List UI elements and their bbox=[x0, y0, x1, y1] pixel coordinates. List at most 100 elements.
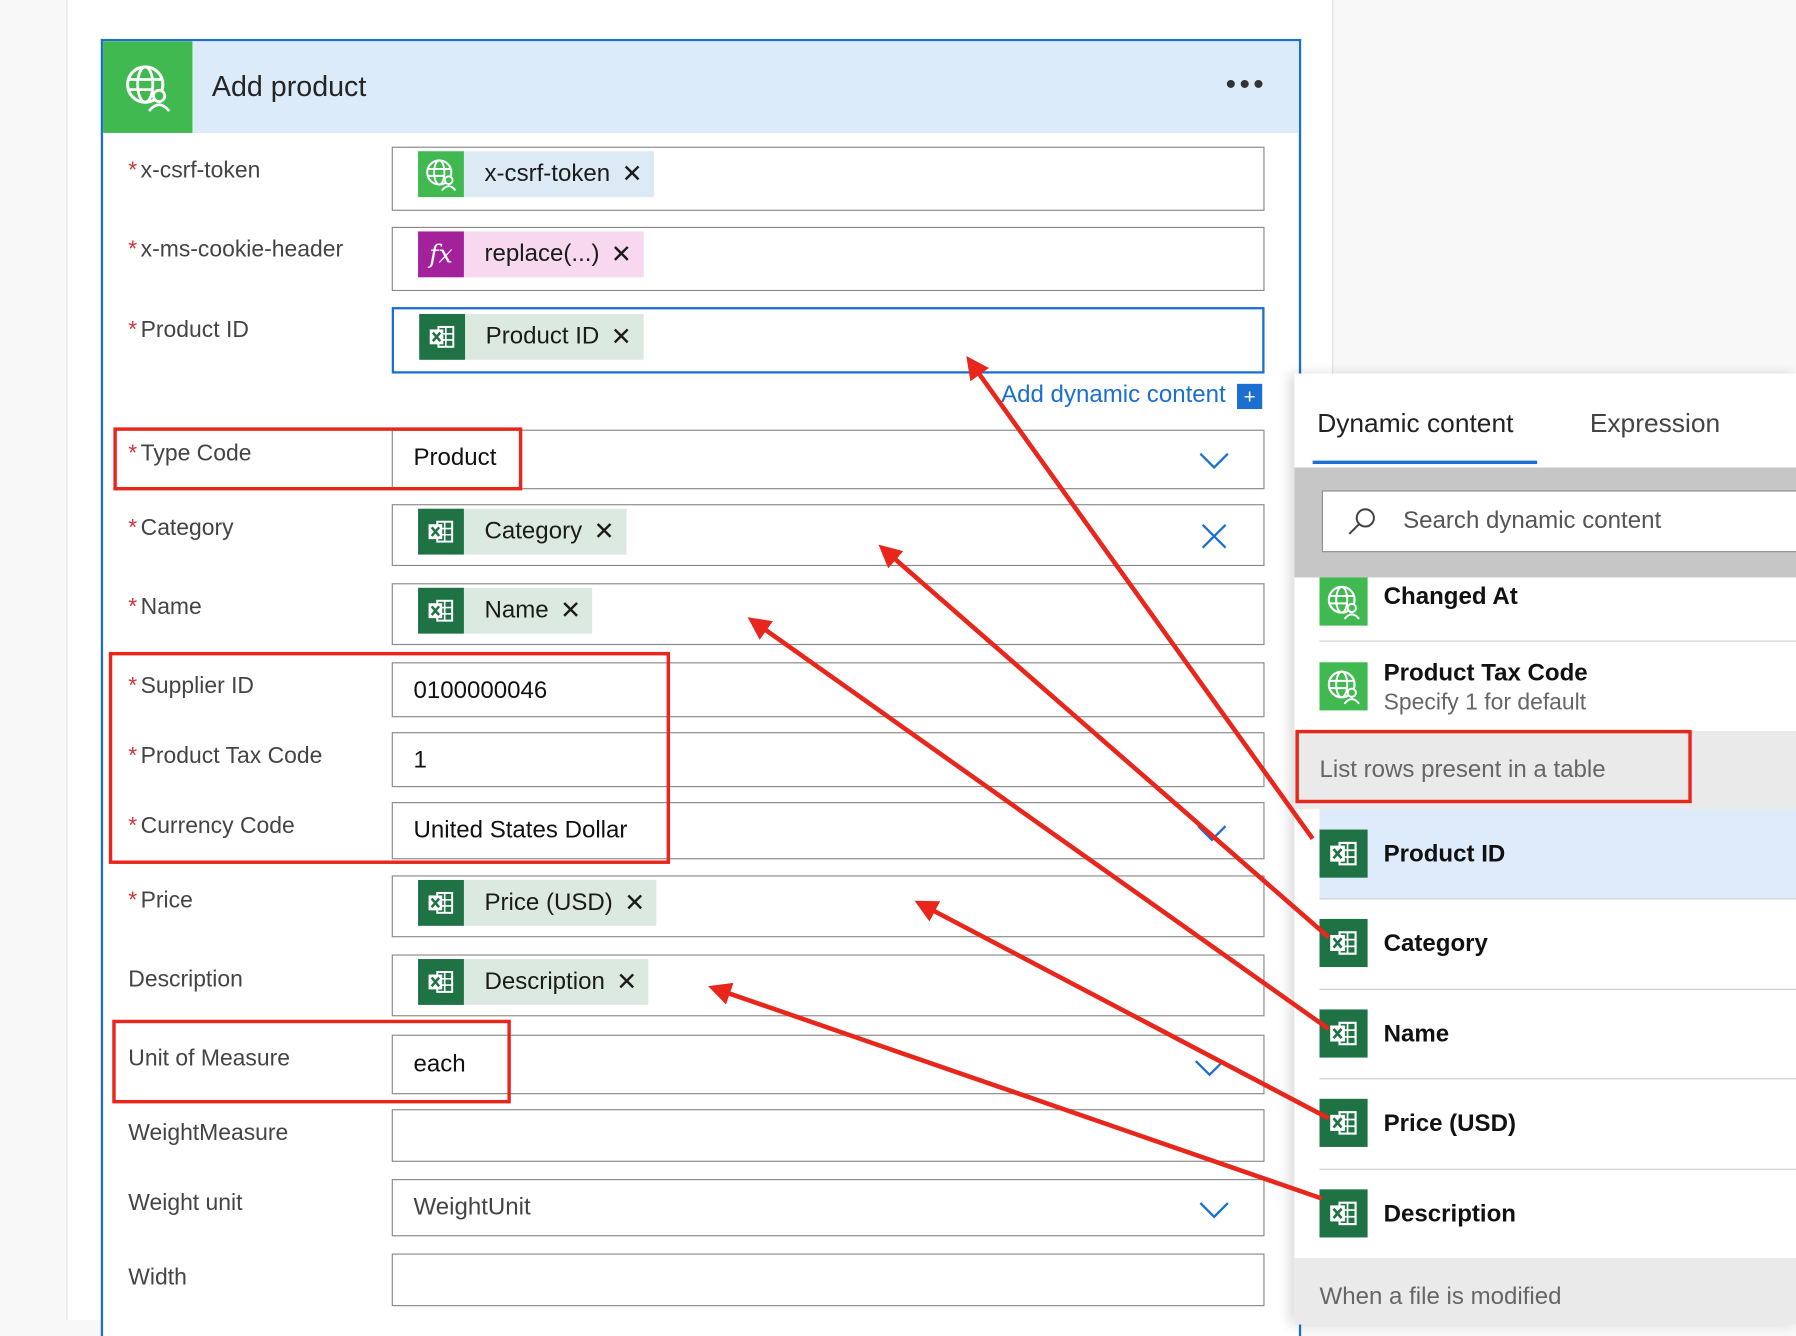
remove-token-icon[interactable]: ✕ bbox=[594, 517, 615, 547]
label-currency-code: * Currency Code bbox=[128, 813, 295, 839]
excel-icon bbox=[418, 959, 464, 1005]
product-id-field[interactable]: Product ID ✕ bbox=[391, 307, 1265, 374]
x-ms-cookie-header-field[interactable]: fx replace(...) ✕ bbox=[391, 226, 1265, 292]
label-product-id: * Product ID bbox=[128, 317, 249, 343]
category-field[interactable]: Category ✕ bbox=[391, 504, 1265, 567]
tab-dynamic-content[interactable]: Dynamic content bbox=[1317, 408, 1513, 439]
add-dynamic-content-link[interactable]: Add dynamic content bbox=[1001, 382, 1226, 409]
excel-icon bbox=[1319, 1189, 1368, 1238]
description-field[interactable]: Description ✕ bbox=[391, 954, 1265, 1017]
excel-icon bbox=[419, 313, 466, 360]
label-weight-unit: Weight unit bbox=[128, 1190, 243, 1216]
weight-measure-field[interactable] bbox=[391, 1109, 1265, 1162]
ellipsis-icon[interactable]: ••• bbox=[1226, 66, 1268, 102]
tab-expression[interactable]: Expression bbox=[1590, 408, 1720, 439]
token-description[interactable]: Description ✕ bbox=[418, 959, 649, 1005]
remove-token-icon[interactable]: ✕ bbox=[624, 888, 645, 918]
dynamic-item-title: Product ID bbox=[1383, 841, 1506, 868]
token-label: Price (USD) bbox=[484, 889, 613, 916]
type-code-dropdown[interactable]: Product bbox=[391, 429, 1265, 490]
dynamic-item-title: Description bbox=[1383, 1200, 1516, 1228]
label-category: * Category bbox=[128, 515, 234, 541]
function-icon: fx bbox=[418, 231, 464, 278]
weight-unit-placeholder: WeightUnit bbox=[413, 1193, 531, 1221]
type-code-value: Product bbox=[413, 444, 497, 471]
web-service-icon bbox=[1319, 662, 1368, 711]
remove-token-icon[interactable]: ✕ bbox=[560, 596, 581, 626]
label-price: * Price bbox=[128, 887, 193, 914]
excel-icon bbox=[1319, 829, 1368, 878]
canvas: Add product ••• * x-csrf-token x-csrf-tok… bbox=[0, 0, 1796, 1336]
token-label: replace(...) bbox=[484, 240, 600, 267]
search-dynamic-content-input[interactable]: Search dynamic content bbox=[1321, 490, 1796, 553]
label-name: * Name bbox=[128, 594, 202, 620]
dynamic-item-title: Product Tax Code bbox=[1383, 659, 1588, 687]
token-label: Description bbox=[484, 968, 605, 995]
excel-icon bbox=[418, 587, 464, 634]
token-category[interactable]: Category ✕ bbox=[418, 508, 627, 555]
web-service-icon bbox=[418, 151, 464, 198]
remove-token-icon[interactable]: ✕ bbox=[611, 322, 632, 352]
active-tab-indicator bbox=[1312, 460, 1538, 465]
product-tax-code-field[interactable]: 1 bbox=[391, 732, 1265, 788]
token-label: x-csrf-token bbox=[484, 160, 611, 187]
group-header-file-modified[interactable]: When a file is modified bbox=[1294, 1258, 1796, 1325]
label-weight-measure: WeightMeasure bbox=[128, 1120, 289, 1146]
web-service-icon bbox=[103, 41, 193, 133]
search-icon bbox=[1348, 508, 1375, 535]
dynamic-item-product-id[interactable]: Product ID bbox=[1319, 808, 1796, 900]
label-x-ms-cookie-header: * x-ms-cookie-header bbox=[128, 237, 344, 263]
excel-icon bbox=[1319, 918, 1368, 968]
dynamic-item-title: Changed At bbox=[1383, 583, 1518, 610]
label-type-code: * Type Code bbox=[128, 441, 252, 467]
label-product-tax-code: * Product Tax Code bbox=[128, 743, 323, 769]
card-title: Add product bbox=[211, 71, 367, 104]
dynamic-content-panel: Dynamic content Expression Search dynami… bbox=[1294, 373, 1796, 1325]
remove-token-icon[interactable]: ✕ bbox=[622, 159, 643, 189]
supplier-id-field[interactable]: 0100000046 bbox=[391, 662, 1265, 718]
dynamic-item-description[interactable]: Description bbox=[1319, 1169, 1796, 1258]
token-label: Name bbox=[484, 596, 549, 624]
remove-token-icon[interactable]: ✕ bbox=[616, 967, 637, 997]
token-x-csrf-token[interactable]: x-csrf-token ✕ bbox=[418, 151, 655, 198]
dynamic-item-title: Category bbox=[1383, 930, 1488, 957]
add-dynamic-content-plus-icon[interactable]: + bbox=[1237, 383, 1263, 410]
dynamic-item-subtitle: Specify 1 for default bbox=[1383, 689, 1587, 715]
excel-icon bbox=[418, 879, 464, 926]
clear-icon[interactable] bbox=[1201, 523, 1227, 549]
dynamic-item-title: Price (USD) bbox=[1383, 1110, 1516, 1137]
dynamic-item-changed-at[interactable]: Changed At bbox=[1319, 577, 1796, 642]
chevron-down-icon[interactable] bbox=[1199, 451, 1229, 470]
remove-token-icon[interactable]: ✕ bbox=[611, 239, 632, 269]
unit-of-measure-dropdown[interactable]: each bbox=[391, 1034, 1265, 1095]
search-placeholder: Search dynamic content bbox=[1403, 507, 1662, 534]
label-x-csrf-token: * x-csrf-token bbox=[128, 158, 261, 184]
label-unit-of-measure: Unit of Measure bbox=[128, 1046, 290, 1072]
chevron-down-icon[interactable] bbox=[1194, 1059, 1225, 1077]
excel-icon bbox=[1319, 1009, 1368, 1058]
x-csrf-token-field[interactable]: x-csrf-token ✕ bbox=[391, 146, 1265, 211]
chevron-down-icon[interactable] bbox=[1199, 1201, 1229, 1219]
product-tax-code-value: 1 bbox=[413, 747, 427, 774]
token-price[interactable]: Price (USD) ✕ bbox=[418, 879, 657, 926]
price-field[interactable]: Price (USD) ✕ bbox=[391, 875, 1265, 938]
token-replace-expression[interactable]: fx replace(...) ✕ bbox=[418, 231, 644, 278]
dynamic-item-category[interactable]: Category bbox=[1319, 898, 1796, 990]
name-field[interactable]: Name ✕ bbox=[391, 583, 1265, 646]
group-header-list-rows[interactable]: List rows present in a table bbox=[1294, 731, 1796, 809]
dynamic-item-title: Name bbox=[1383, 1020, 1450, 1048]
token-product-id[interactable]: Product ID ✕ bbox=[419, 313, 644, 360]
label-supplier-id: * Supplier ID bbox=[128, 673, 254, 699]
chevron-down-icon[interactable] bbox=[1197, 824, 1227, 842]
dynamic-item-price-usd[interactable]: Price (USD) bbox=[1319, 1078, 1796, 1170]
currency-code-dropdown[interactable]: United States Dollar bbox=[391, 802, 1265, 860]
weight-unit-dropdown[interactable]: WeightUnit bbox=[391, 1179, 1265, 1237]
dynamic-item-name[interactable]: Name bbox=[1319, 989, 1796, 1080]
token-label: Category bbox=[484, 517, 583, 545]
card-header[interactable]: Add product ••• bbox=[103, 41, 1299, 133]
group-header-label: List rows present in a table bbox=[1319, 756, 1606, 783]
supplier-id-value: 0100000046 bbox=[413, 677, 548, 704]
width-field[interactable] bbox=[391, 1253, 1265, 1307]
token-name[interactable]: Name ✕ bbox=[418, 587, 593, 634]
dynamic-item-product-tax-code[interactable]: Product Tax Code Specify 1 for default bbox=[1319, 642, 1796, 731]
